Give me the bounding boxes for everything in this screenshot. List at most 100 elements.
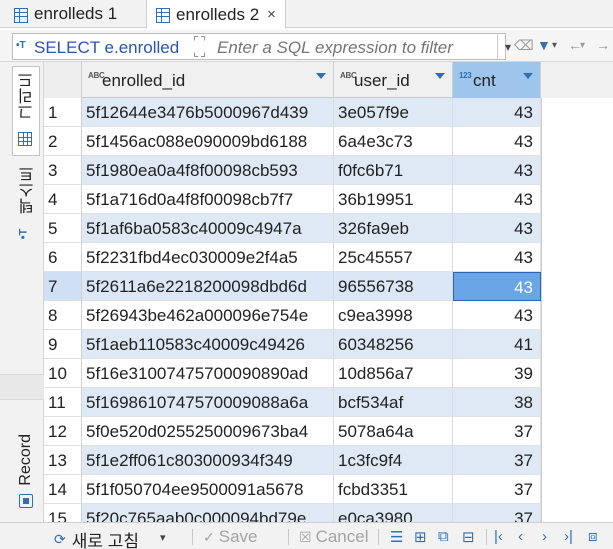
cell-user-id[interactable]: e0ca3980 [334, 504, 453, 522]
cell-user-id[interactable]: 3e057f9e [334, 98, 453, 127]
cell-user-id[interactable]: f0fc6b71 [334, 156, 453, 185]
cell-enrolled-id[interactable]: 5f1e2ff061c803000934f349 [82, 446, 334, 475]
last-page-icon[interactable]: ›| [564, 528, 573, 545]
cell-enrolled-id[interactable]: 5f1456ac088e090009bd6188 [82, 127, 334, 156]
row-number[interactable]: 1 [44, 98, 82, 127]
sort-icon[interactable] [316, 73, 326, 79]
cell-cnt[interactable]: 41 [453, 330, 541, 359]
chevron-down-icon[interactable]: ▾ [552, 40, 557, 51]
row-number[interactable]: 3 [44, 156, 82, 185]
cell-cnt[interactable]: 43 [453, 301, 541, 330]
text-view-label[interactable]: 텍스트 [17, 166, 41, 214]
cell-user-id[interactable]: 36b19951 [334, 185, 453, 214]
row-number[interactable]: 15 [44, 504, 82, 522]
add-row-icon[interactable]: ⊞ [414, 528, 427, 546]
cell-user-id[interactable]: 25c45557 [334, 243, 453, 272]
cell-enrolled-id[interactable]: 5f1698610747570009088a6a [82, 388, 334, 417]
cell-cnt[interactable]: 37 [453, 417, 541, 446]
cell-enrolled-id[interactable]: 5f0e520d0255250009673ba4 [82, 417, 334, 446]
cell-user-id[interactable]: bcf534af [334, 388, 453, 417]
cell-enrolled-id[interactable]: 5f1980ea0a4f8f00098cb593 [82, 156, 334, 185]
row-number[interactable]: 12 [44, 417, 82, 446]
cell-enrolled-id[interactable]: 5f16e31007475700090890ad [82, 359, 334, 388]
cell-cnt[interactable]: 37 [453, 446, 541, 475]
row-number[interactable]: 11 [44, 388, 82, 417]
cell-cnt[interactable]: 43 [453, 214, 541, 243]
eraser-icon[interactable]: ⌫ [514, 37, 534, 54]
row-number[interactable]: 13 [44, 446, 82, 475]
funnel-icon[interactable]: ▼ [537, 37, 551, 53]
cell-user-id[interactable]: 96556738 [334, 272, 453, 301]
chevron-down-icon[interactable]: ▾ [160, 531, 166, 544]
table-row[interactable]: 11 5f1698610747570009088a6a bcf534af 38 [44, 388, 541, 417]
table-row[interactable]: 7 5f2611a6e2218200098dbd6d 96556738 43 [44, 272, 541, 301]
cell-cnt[interactable]: 39 [453, 359, 541, 388]
cell-cnt[interactable]: 37 [453, 504, 541, 522]
table-row[interactable]: 4 5f1a716d0a4f8f00098cb7f7 36b19951 43 [44, 185, 541, 214]
cell-cnt[interactable]: 37 [453, 475, 541, 504]
table-row[interactable]: 3 5f1980ea0a4f8f00098cb593 f0fc6b71 43 [44, 156, 541, 185]
first-page-icon[interactable]: |‹ [494, 528, 503, 545]
row-number[interactable]: 9 [44, 330, 82, 359]
copy-row-icon[interactable]: ⧉ [438, 528, 449, 545]
table-row[interactable]: 5 5f1af6ba0583c40009c4947a 326fa9eb 43 [44, 214, 541, 243]
row-number[interactable]: 7 [44, 272, 82, 301]
cell-cnt[interactable]: 43 [453, 272, 541, 301]
cell-enrolled-id[interactable]: 5f26943be462a000096e754e [82, 301, 334, 330]
row-number[interactable]: 4 [44, 185, 82, 214]
cell-enrolled-id[interactable]: 5f1af6ba0583c40009c4947a [82, 214, 334, 243]
expand-icon[interactable]: ⌜⌝ ⌞⌟ [193, 35, 207, 58]
row-number[interactable]: 8 [44, 301, 82, 330]
cell-user-id[interactable]: 10d856a7 [334, 359, 453, 388]
refresh-button[interactable]: ⟳ 새로 고침 [54, 527, 139, 549]
cell-cnt[interactable]: 43 [453, 98, 541, 127]
tab-enrolleds-2[interactable]: enrolleds 2 × [146, 0, 286, 29]
cell-cnt[interactable]: 43 [453, 156, 541, 185]
row-number[interactable]: 6 [44, 243, 82, 272]
cell-cnt[interactable]: 38 [453, 388, 541, 417]
cell-cnt[interactable]: 43 [453, 185, 541, 214]
table-row[interactable]: 14 5f1f050704ee9500091a5678 fcbd3351 37 [44, 475, 541, 504]
cell-user-id[interactable]: 326fa9eb [334, 214, 453, 243]
filter-input[interactable] [217, 38, 473, 58]
next-page-icon[interactable]: › [542, 528, 547, 545]
row-number[interactable]: 2 [44, 127, 82, 156]
panel-toggle-icon[interactable]: ⧈ [588, 528, 598, 545]
table-row[interactable]: 9 5f1aeb110583c40009c49426 60348256 41 [44, 330, 541, 359]
table-row[interactable]: 6 5f2231fbd4ec030009e2f4a5 25c45557 43 [44, 243, 541, 272]
grid-corner[interactable] [44, 62, 82, 98]
cancel-button[interactable]: ☒ Cancel [299, 527, 368, 547]
cell-user-id[interactable]: 6a4e3c73 [334, 127, 453, 156]
close-icon[interactable]: × [267, 6, 276, 23]
cell-user-id[interactable]: 60348256 [334, 330, 453, 359]
table-row[interactable]: 1 5f12644e3476b5000967d439 3e057f9e 43 [44, 98, 541, 127]
cell-enrolled-id[interactable]: 5f12644e3476b5000967d439 [82, 98, 334, 127]
arrow-right-icon[interactable]: → [596, 37, 610, 53]
record-view-label[interactable]: Record [17, 434, 35, 486]
cell-cnt[interactable]: 43 [453, 127, 541, 156]
delete-row-icon[interactable]: ⊟ [462, 528, 475, 546]
sort-icon[interactable] [435, 73, 445, 79]
sort-icon[interactable] [523, 73, 533, 79]
cell-user-id[interactable]: 5078a64a [334, 417, 453, 446]
row-number[interactable]: 5 [44, 214, 82, 243]
cell-user-id[interactable]: fcbd3351 [334, 475, 453, 504]
table-row[interactable]: 12 5f0e520d0255250009673ba4 5078a64a 37 [44, 417, 541, 446]
cell-enrolled-id[interactable]: 5f2611a6e2218200098dbd6d [82, 272, 334, 301]
cell-enrolled-id[interactable]: 5f1aeb110583c40009c49426 [82, 330, 334, 359]
cell-enrolled-id[interactable]: 5f20c765aab0c000094bd79e [82, 504, 334, 522]
table-row[interactable]: 13 5f1e2ff061c803000934f349 1c3fc9f4 37 [44, 446, 541, 475]
cell-user-id[interactable]: 1c3fc9f4 [334, 446, 453, 475]
column-header-user-id[interactable]: ABC user_id [334, 62, 453, 98]
row-number[interactable]: 10 [44, 359, 82, 388]
table-row[interactable]: 15 5f20c765aab0c000094bd79e e0ca3980 37 [44, 504, 541, 522]
row-number[interactable]: 14 [44, 475, 82, 504]
edit-row-icon[interactable]: ☰ [390, 528, 403, 546]
cell-cnt[interactable]: 43 [453, 243, 541, 272]
cell-user-id[interactable]: c9ea3998 [334, 301, 453, 330]
tab-enrolleds-1[interactable]: enrolleds 1 [0, 0, 142, 28]
column-header-enrolled-id[interactable]: ABC enrolled_id [82, 62, 334, 98]
previous-page-icon[interactable]: ‹ [518, 528, 523, 545]
save-button[interactable]: ✓ Save [203, 527, 257, 547]
table-row[interactable]: 10 5f16e31007475700090890ad 10d856a7 39 [44, 359, 541, 388]
